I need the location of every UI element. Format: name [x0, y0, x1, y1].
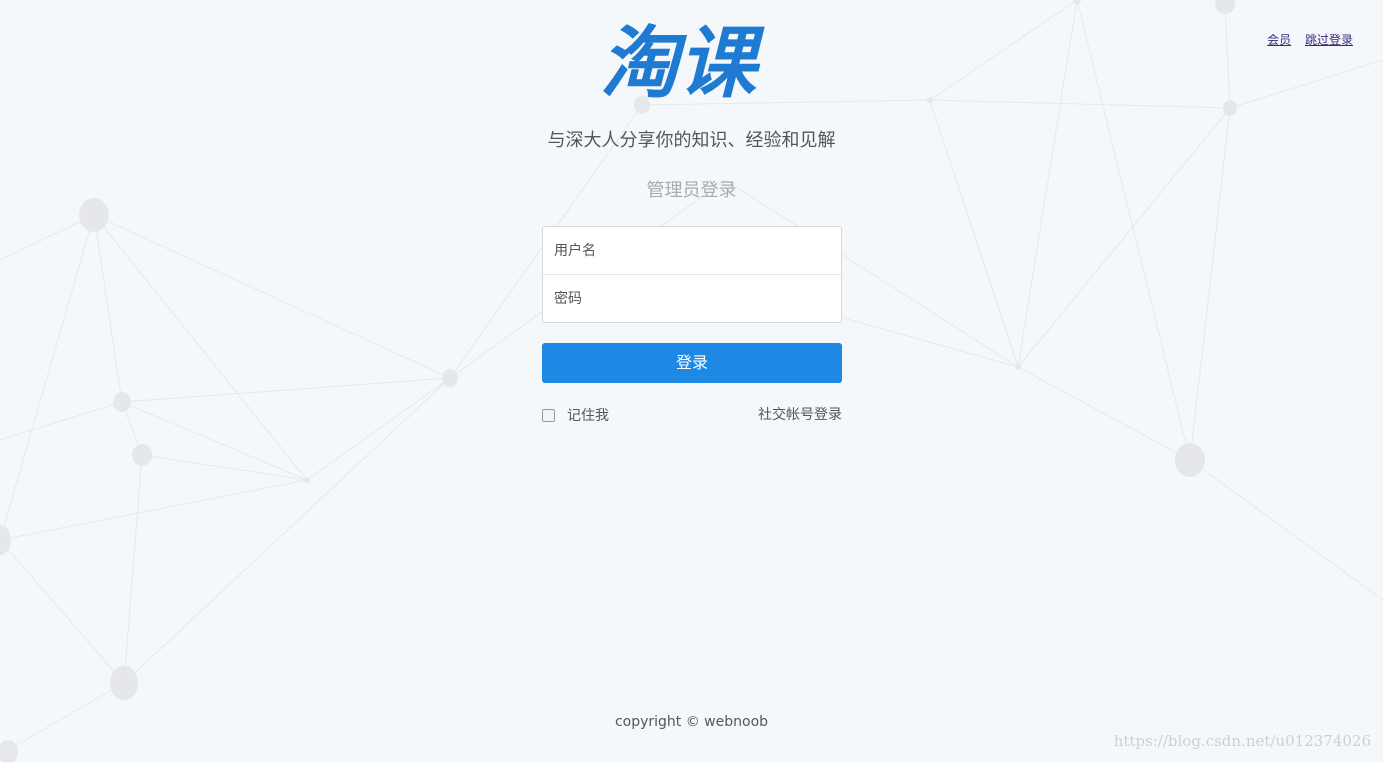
remember-label: 记住我 [567, 408, 609, 424]
password-input[interactable] [543, 275, 841, 322]
remember-checkbox[interactable] [542, 408, 555, 422]
skip-login-link[interactable]: 跳过登录 [1305, 33, 1353, 47]
login-form [542, 226, 842, 323]
page: 会员 跳过登录 淘课 与深大人分享你的知识、经验和见解 管理员登录 登录 记住我… [0, 0, 1383, 762]
logo-text: 淘课 [600, 18, 765, 106]
copyright: copyright © webnoob [614, 714, 769, 730]
social-login-link[interactable]: 社交帐号登录 [700, 404, 842, 424]
tagline: 与深大人分享你的知识、经验和见解 [547, 130, 836, 151]
watermark: https://blog.csdn.net/u012374026 [1113, 732, 1371, 750]
member-link[interactable]: 会员 [1267, 33, 1291, 47]
username-input[interactable] [543, 227, 841, 274]
remember-me[interactable]: 记住我 [542, 405, 609, 425]
top-links: 会员 跳过登录 [1257, 31, 1353, 48]
login-title: 管理员登录 [646, 180, 737, 201]
logo: 淘课 [600, 18, 765, 106]
login-button[interactable]: 登录 [542, 343, 842, 383]
